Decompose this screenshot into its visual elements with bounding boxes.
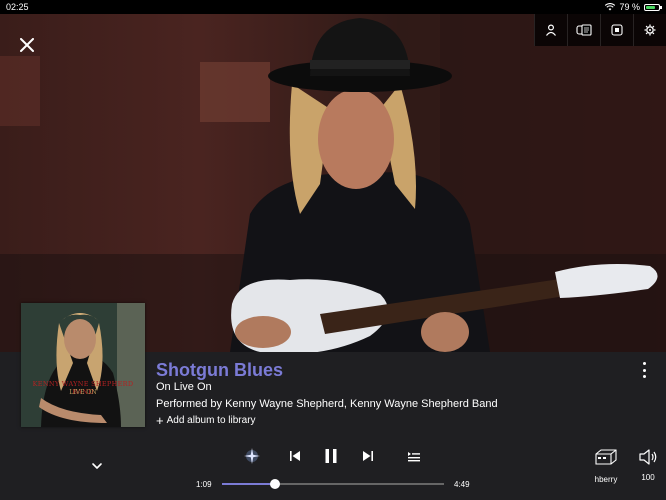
- elapsed-time: 1:09: [196, 480, 212, 489]
- album-line[interactable]: On Live On: [156, 381, 212, 393]
- device-button[interactable]: hberry: [590, 448, 622, 484]
- stop-button[interactable]: [600, 14, 633, 46]
- pause-button[interactable]: [320, 446, 342, 466]
- lyrics-button[interactable]: [567, 14, 600, 46]
- next-button[interactable]: [358, 446, 378, 466]
- lyrics-icon: [576, 24, 592, 36]
- battery-icon: [644, 3, 662, 11]
- skip-previous-icon: [290, 451, 300, 461]
- sparkle-icon: [244, 448, 260, 464]
- status-bar: 02:25 79 %: [0, 0, 666, 14]
- battery-percent: 79 %: [619, 2, 640, 12]
- status-right: 79 %: [605, 0, 662, 14]
- artist-info-button[interactable]: [534, 14, 567, 46]
- settings-button[interactable]: [633, 14, 666, 46]
- skip-next-icon: [363, 451, 373, 461]
- add-album-label: Add album to library: [166, 415, 256, 426]
- previous-button[interactable]: [285, 446, 305, 466]
- progress-slider[interactable]: [222, 479, 444, 489]
- artist-image: [0, 14, 666, 352]
- close-icon: [20, 38, 34, 52]
- radio-button[interactable]: [241, 446, 263, 466]
- performer-line[interactable]: Performed by Kenny Wayne Shepherd, Kenny…: [156, 398, 498, 410]
- queue-icon: [408, 452, 420, 462]
- top-toolbar: [534, 14, 666, 46]
- album-art[interactable]: KENNY WAYNE SHEPHERD BAND LIVE ON: [21, 303, 145, 427]
- person-icon: [546, 24, 556, 36]
- volume-button[interactable]: 100: [634, 448, 662, 482]
- more-vertical-icon: [642, 362, 646, 365]
- plus-icon: +: [156, 412, 164, 428]
- volume-icon: [639, 449, 657, 465]
- album-art-subtitle: LIVE ON: [69, 389, 97, 396]
- device-name: hberry: [594, 475, 618, 484]
- queue-button[interactable]: [403, 446, 425, 466]
- gear-icon: [644, 24, 656, 36]
- volume-level: 100: [641, 473, 655, 482]
- collapse-button[interactable]: [90, 459, 104, 471]
- chevron-down-icon: [92, 463, 102, 469]
- album-art-image: [21, 303, 145, 427]
- stop-square-icon: [611, 24, 623, 36]
- wifi-icon: [605, 3, 616, 11]
- artist-photo: [0, 14, 666, 352]
- duration-time: 4:49: [454, 480, 470, 489]
- speaker-device-icon: [595, 449, 617, 465]
- status-time: 02:25: [6, 2, 29, 12]
- progress-fill: [222, 483, 276, 485]
- pause-icon: [325, 449, 337, 463]
- track-title: Shotgun Blues: [156, 360, 283, 380]
- add-album-button[interactable]: + Add album to library: [156, 412, 256, 428]
- more-options-button[interactable]: [638, 362, 650, 378]
- close-button[interactable]: [16, 34, 38, 56]
